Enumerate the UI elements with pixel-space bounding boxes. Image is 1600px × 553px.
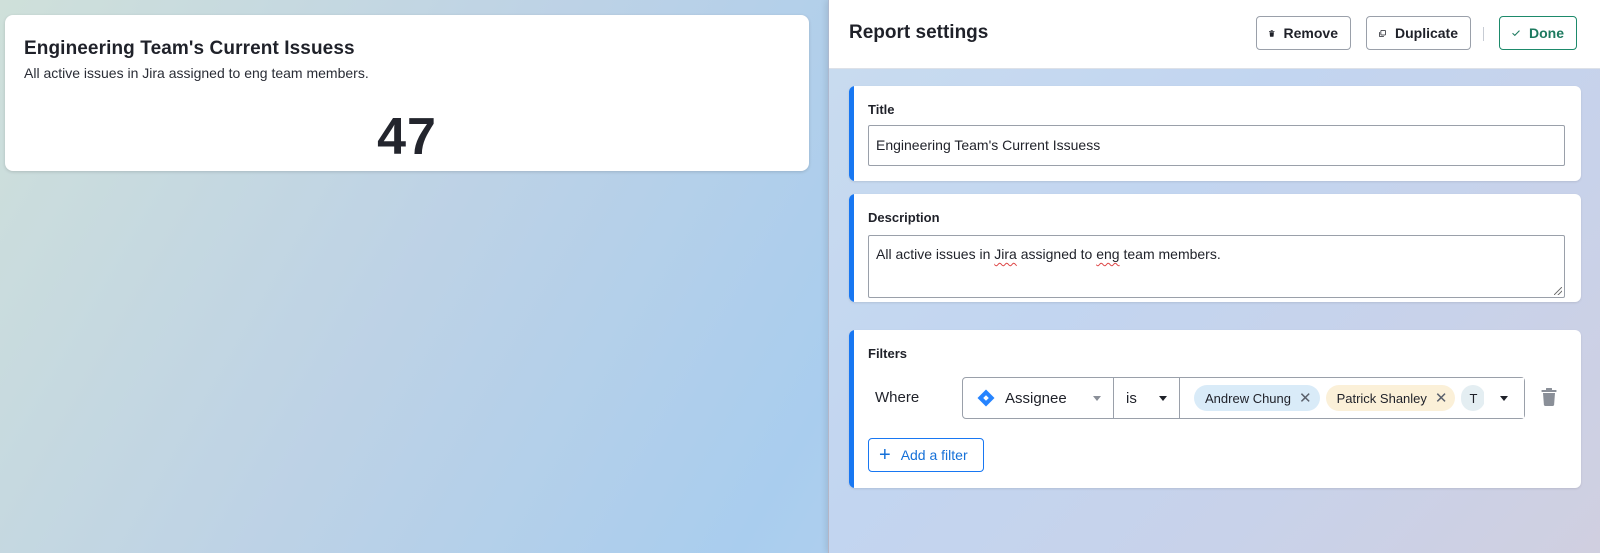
value-chip: Patrick Shanley ✕	[1325, 385, 1456, 411]
add-filter-label: Add a filter	[900, 447, 968, 463]
chip-label: Patrick Shanley	[1336, 390, 1427, 406]
operator-label: is	[1126, 389, 1137, 407]
jira-icon	[977, 389, 995, 407]
report-title: Engineering Team's Current Issuess	[24, 38, 355, 59]
plus-icon: +	[879, 444, 891, 466]
title-section-label: Title	[868, 102, 895, 117]
done-label: Done	[1529, 25, 1564, 41]
values-multiselect[interactable]: Andrew Chung ✕ Patrick Shanley ✕ T	[1180, 378, 1524, 418]
report-metric-value: 47	[377, 108, 437, 166]
delete-filter-button[interactable]	[1541, 388, 1559, 408]
close-icon[interactable]: ✕	[1299, 391, 1312, 406]
remove-label: Remove	[1283, 25, 1338, 41]
chevron-down-icon	[1159, 396, 1167, 401]
chevron-down-icon	[1093, 396, 1101, 401]
filters-section: Filters Where Assignee is Andrew Chung ✕…	[849, 330, 1581, 488]
description-text: All active issues in Jira assigned to en…	[876, 246, 1221, 262]
panel-header: Report settings Remove Duplicate Done	[829, 0, 1600, 69]
report-settings-panel: Report settings Remove Duplicate Done Ti…	[828, 0, 1600, 553]
dashboard-canvas: Engineering Team's Current Issuess All a…	[0, 0, 828, 553]
done-button[interactable]: Done	[1499, 16, 1577, 50]
chip-label: T	[1469, 390, 1478, 406]
duplicate-icon	[1379, 29, 1386, 37]
panel-title: Report settings	[849, 22, 989, 43]
operator-dropdown[interactable]: is	[1114, 378, 1180, 418]
checkmark-icon	[1512, 30, 1520, 37]
where-label: Where	[875, 389, 920, 406]
chip-label: Andrew Chung	[1205, 390, 1291, 406]
close-icon[interactable]: ✕	[1435, 391, 1448, 406]
field-dropdown[interactable]: Assignee	[963, 378, 1114, 418]
add-filter-button[interactable]: + Add a filter	[868, 438, 984, 472]
filters-section-label: Filters	[868, 346, 908, 361]
remove-button[interactable]: Remove	[1256, 16, 1351, 50]
header-divider	[1483, 27, 1484, 41]
title-section: Title Engineering Team's Current Issuess	[849, 86, 1581, 181]
duplicate-button[interactable]: Duplicate	[1366, 16, 1471, 50]
value-chip: T	[1461, 385, 1486, 411]
duplicate-label: Duplicate	[1394, 25, 1458, 41]
description-textarea[interactable]: All active issues in Jira assigned to en…	[868, 235, 1565, 298]
report-card[interactable]: Engineering Team's Current Issuess All a…	[5, 15, 809, 171]
description-section: Description All active issues in Jira as…	[849, 194, 1581, 302]
report-description: All active issues in Jira assigned to en…	[24, 65, 369, 81]
filter-row: Where Assignee is Andrew Chung ✕ Patrick…	[868, 377, 1568, 419]
title-input[interactable]: Engineering Team's Current Issuess	[868, 125, 1565, 166]
description-section-label: Description	[868, 210, 940, 225]
value-chip: Andrew Chung ✕	[1194, 385, 1320, 411]
trash-icon	[1541, 388, 1557, 406]
filter-condition: Assignee is Andrew Chung ✕ Patrick Shanl…	[962, 377, 1525, 419]
field-label: Assignee	[1005, 389, 1067, 407]
resize-handle[interactable]	[1554, 287, 1562, 295]
chevron-down-icon	[1500, 395, 1508, 401]
trash-icon	[1269, 29, 1275, 37]
values-dropdown-toggle[interactable]	[1484, 378, 1524, 418]
